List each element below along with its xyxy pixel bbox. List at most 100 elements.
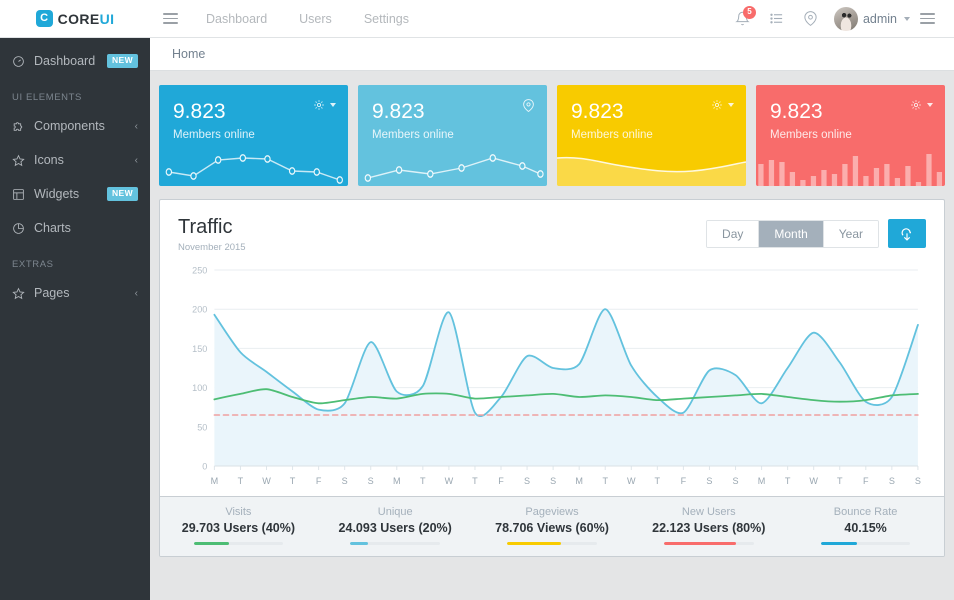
location-pin-icon — [523, 99, 534, 112]
brand-name: COREUI — [58, 11, 115, 27]
svg-text:0: 0 — [202, 462, 207, 472]
traffic-card-body: Traffic November 2015 Day Month Year 0 5… — [160, 200, 944, 496]
svg-text:T: T — [837, 476, 843, 486]
download-cloud-icon — [901, 227, 911, 241]
star-icon — [12, 154, 34, 167]
location-pin-icon — [804, 11, 818, 26]
widget-bar-chart — [756, 138, 945, 186]
stat-unique: Unique 24.093 Users (20%) — [317, 506, 474, 545]
sidebar-item-icons[interactable]: Icons ‹ — [0, 143, 150, 177]
widget-location-button[interactable] — [522, 99, 535, 112]
grid-icon — [12, 188, 34, 201]
breadcrumb-item-home[interactable]: Home — [172, 47, 205, 61]
stat-progress — [820, 542, 911, 545]
page-content: 9.823 Members online 9.823 Members onlin… — [150, 71, 954, 600]
stat-progress-fill — [663, 542, 736, 545]
sidebar-badge-new: NEW — [106, 187, 138, 201]
svg-text:T: T — [472, 476, 478, 486]
stat-progress — [663, 542, 754, 545]
app-header: C COREUI Dashboard Users Settings 5 admi… — [0, 0, 954, 38]
svg-text:W: W — [627, 476, 636, 486]
download-button[interactable] — [888, 219, 926, 248]
range-button-day[interactable]: Day — [707, 220, 760, 247]
notifications-button[interactable]: 5 — [726, 0, 760, 38]
stat-value: 40.15% — [844, 521, 887, 535]
svg-text:50: 50 — [197, 422, 207, 432]
svg-text:M: M — [393, 476, 401, 486]
stat-name: Bounce Rate — [833, 506, 898, 518]
widget-sparkline-chart — [358, 138, 547, 186]
hamburger-icon — [162, 13, 178, 24]
star-icon — [12, 287, 34, 300]
range-button-month[interactable]: Month — [759, 220, 824, 247]
widget-settings-button[interactable] — [910, 99, 933, 111]
hamburger-icon — [919, 13, 935, 24]
svg-text:T: T — [290, 476, 296, 486]
svg-text:S: S — [732, 476, 738, 486]
sidebar-item-label: Components — [34, 119, 105, 133]
sidebar-toggle-button[interactable] — [150, 13, 190, 24]
chevron-down-icon — [728, 103, 734, 107]
svg-text:F: F — [863, 476, 869, 486]
widget-card-members-1: 9.823 Members online — [159, 85, 348, 186]
stat-value: 22.123 Users (80%) — [652, 521, 766, 535]
brand-name-dark: CORE — [57, 10, 100, 27]
stat-new-users: New Users 22.123 Users (80%) — [630, 506, 787, 545]
widget-area-chart — [557, 138, 746, 186]
sidebar-item-dashboard[interactable]: Dashboard NEW — [0, 44, 150, 78]
svg-text:S: S — [550, 476, 556, 486]
widget-settings-button[interactable] — [711, 99, 734, 111]
topnav-item-settings[interactable]: Settings — [348, 0, 425, 38]
widget-sparkline-chart — [159, 138, 348, 186]
traffic-toolbar: Day Month Year — [706, 219, 926, 248]
range-button-year[interactable]: Year — [823, 220, 878, 247]
stat-progress-fill — [507, 542, 561, 545]
chevron-left-icon: ‹ — [134, 154, 138, 166]
svg-text:M: M — [758, 476, 766, 486]
topnav-item-dashboard[interactable]: Dashboard — [190, 0, 283, 38]
notification-badge: 5 — [742, 5, 756, 19]
widget-settings-button[interactable] — [313, 99, 336, 111]
sidebar-item-label: Icons — [34, 153, 64, 167]
svg-text:W: W — [809, 476, 818, 486]
stat-pageviews: Pageviews 78.706 Views (60%) — [474, 506, 631, 545]
sidebar-item-charts[interactable]: Charts — [0, 211, 150, 245]
svg-text:200: 200 — [192, 305, 207, 315]
pie-chart-icon — [12, 222, 34, 235]
widget-card-members-3: 9.823 Members online — [557, 85, 746, 186]
sidebar-title-ui-elements: UI ELEMENTS — [12, 92, 82, 103]
username-label[interactable]: admin — [863, 12, 901, 26]
aside-toggle-button[interactable] — [910, 0, 944, 38]
list-icon — [770, 13, 783, 24]
stat-name: Pageviews — [525, 506, 579, 518]
svg-text:F: F — [681, 476, 687, 486]
svg-text:250: 250 — [192, 266, 207, 276]
stat-progress-fill — [350, 542, 369, 545]
widget-value: 9.823 — [571, 100, 624, 123]
location-button[interactable] — [794, 0, 828, 38]
avatar[interactable] — [833, 6, 858, 31]
main-area: Home 9.823 Members online 9.823 Members … — [150, 38, 954, 600]
svg-text:F: F — [316, 476, 322, 486]
speedometer-icon — [12, 55, 34, 68]
widget-value: 9.823 — [173, 100, 226, 123]
stat-name: Unique — [377, 506, 413, 518]
brand-logo[interactable]: C COREUI — [0, 10, 150, 27]
sidebar-item-components[interactable]: Components ‹ — [0, 109, 150, 143]
chevron-left-icon: ‹ — [134, 120, 138, 132]
traffic-line-chart: 0 50 100 150 200 250 M T W T F S S M T W T F S S M T W T F S S M T W T… — [178, 262, 926, 492]
range-button-group: Day Month Year — [706, 219, 879, 248]
stat-progress — [507, 542, 597, 545]
sidebar-item-label: Pages — [34, 286, 70, 300]
sidebar-item-widgets[interactable]: Widgets NEW — [0, 177, 150, 211]
svg-text:T: T — [238, 476, 244, 486]
gear-icon — [911, 100, 921, 110]
widget-card-members-4: 9.823 Members online — [756, 85, 945, 186]
tasks-button[interactable] — [760, 0, 794, 38]
topnav-item-users[interactable]: Users — [283, 0, 348, 38]
header-actions: 5 admin — [726, 0, 954, 38]
traffic-card: Traffic November 2015 Day Month Year 0 5… — [159, 199, 945, 557]
sidebar-item-pages[interactable]: Pages ‹ — [0, 276, 150, 310]
breadcrumb: Home — [150, 38, 954, 71]
puzzle-icon — [12, 120, 34, 133]
